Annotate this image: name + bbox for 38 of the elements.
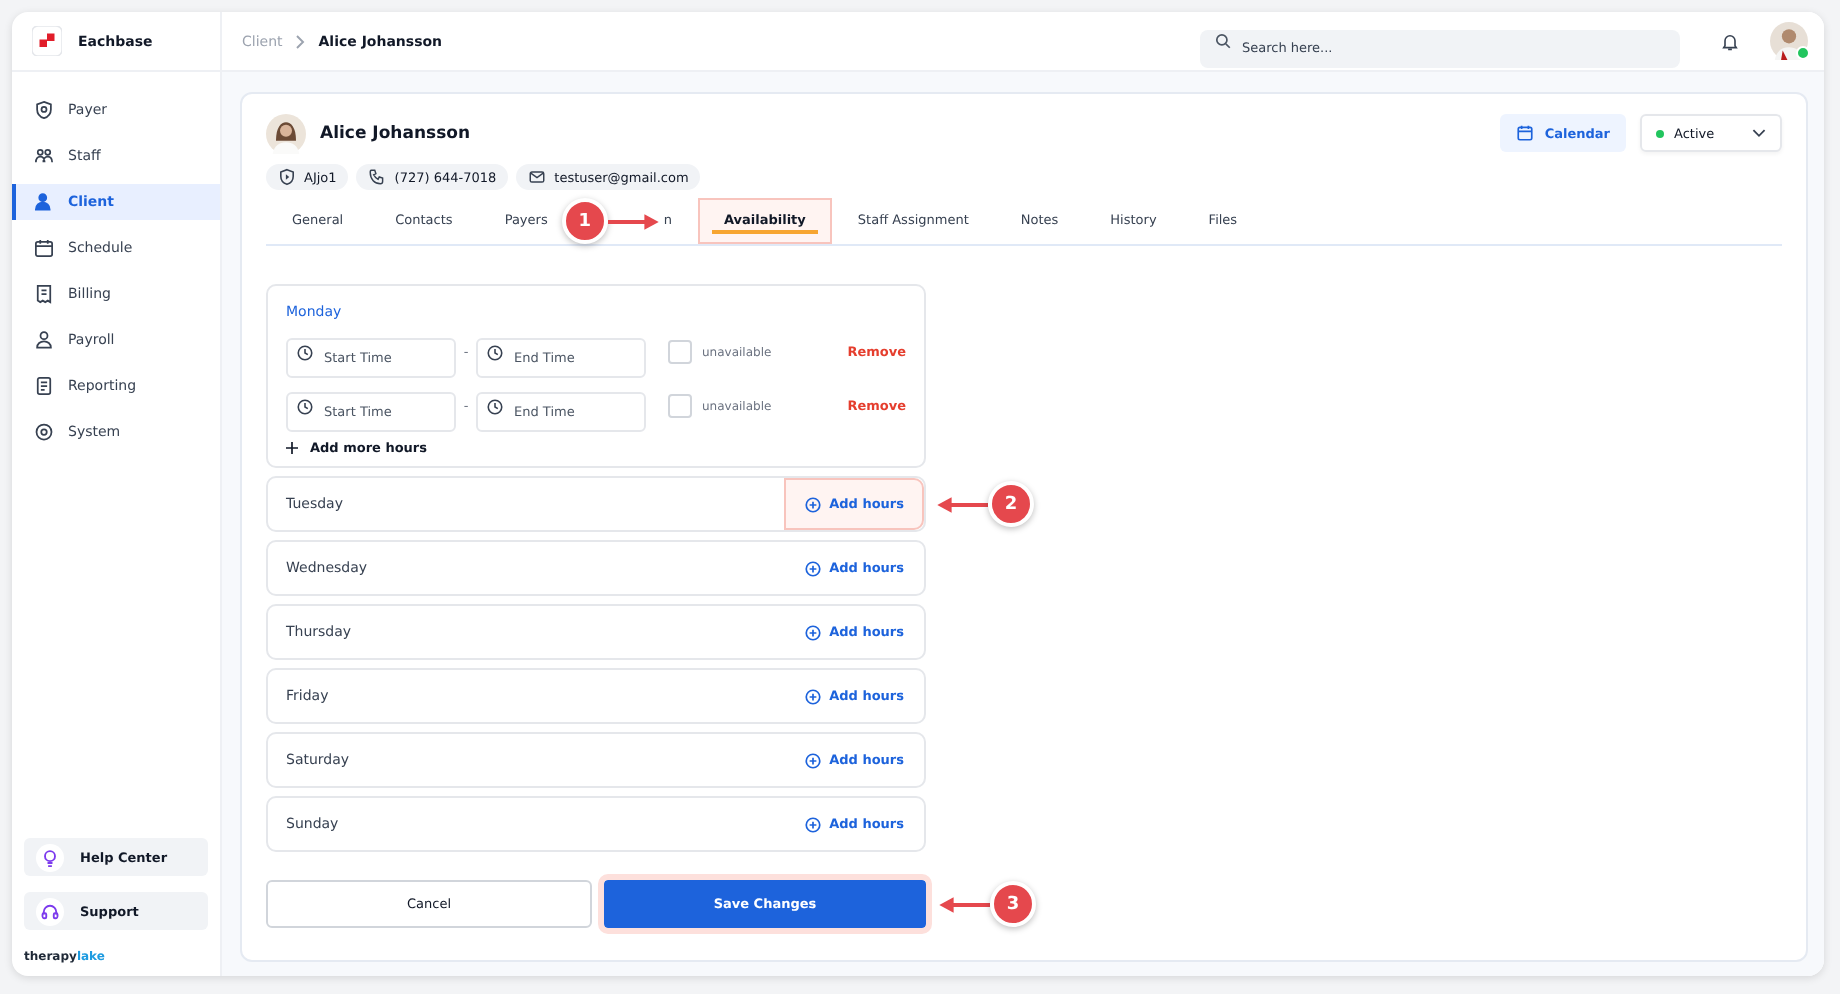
phone-icon — [368, 168, 387, 186]
step-number-badge: 2 — [988, 481, 1034, 527]
arrow-left-icon — [936, 496, 988, 512]
arrow-right-icon — [607, 213, 660, 229]
plus-circle-icon — [803, 495, 822, 513]
badge-icon — [278, 168, 296, 186]
clock-icon — [296, 343, 314, 361]
headset-icon — [36, 897, 64, 925]
receipt-icon — [34, 284, 54, 304]
arrow-left-icon — [938, 896, 990, 912]
checkbox[interactable] — [668, 394, 692, 418]
checkbox[interactable] — [668, 340, 692, 364]
plus-circle-icon — [803, 623, 822, 641]
plus-icon — [286, 442, 298, 454]
chevron-right-icon — [294, 33, 307, 49]
people-icon — [34, 146, 54, 166]
clock-icon — [296, 397, 314, 415]
chevron-down-icon — [1752, 128, 1766, 138]
plus-circle-icon — [803, 815, 822, 833]
plus-circle-icon — [803, 687, 822, 705]
clock-icon — [486, 397, 504, 415]
logo-icon — [32, 26, 62, 56]
person-icon — [34, 192, 54, 212]
mail-icon — [528, 168, 547, 186]
step-number-badge: 3 — [990, 881, 1036, 927]
step-number-badge: 1 — [561, 198, 608, 244]
report-icon — [34, 376, 54, 396]
shield-icon — [34, 100, 54, 120]
gear-icon — [34, 422, 54, 442]
bulb-icon — [36, 843, 64, 871]
client-name: Alice Johansson — [320, 124, 471, 144]
bell-icon[interactable] — [1720, 31, 1740, 51]
search-icon — [1214, 32, 1232, 50]
calendar-icon — [1516, 124, 1535, 142]
clock-icon — [486, 343, 504, 361]
calendar-icon — [34, 238, 54, 258]
plus-circle-icon — [803, 751, 822, 769]
plus-circle-icon — [803, 559, 822, 577]
